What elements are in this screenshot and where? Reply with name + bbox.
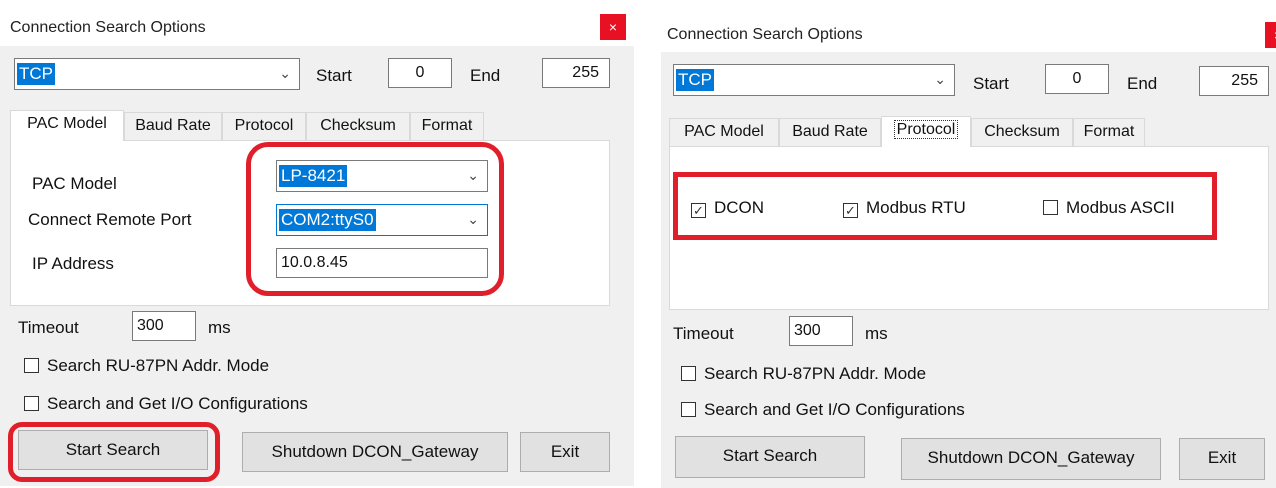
tab-label: Protocol (234, 117, 294, 134)
tab-label: Baud Rate (135, 117, 211, 134)
timeout-input[interactable]: 300 (132, 311, 196, 341)
tab-label: PAC Model (684, 123, 764, 140)
remote-port-value: COM2:ttyS0 (279, 209, 376, 231)
chevron-down-icon: ⌄ (934, 71, 946, 87)
pac-model-label: PAC Model (32, 174, 117, 193)
start-search-button[interactable]: Start Search (18, 430, 208, 470)
chevron-down-icon: ⌄ (467, 167, 479, 183)
timeout-unit: ms (865, 324, 888, 343)
chevron-down-icon: ⌄ (467, 211, 479, 227)
end-input[interactable]: 255 (1199, 66, 1269, 96)
tab-label: PAC Model (27, 115, 107, 132)
tab-protocol[interactable]: Protocol (881, 116, 971, 147)
modbus-ascii-label: Modbus ASCII (1066, 198, 1175, 217)
tab-label: Baud Rate (792, 123, 868, 140)
modbus-rtu-label: Modbus RTU (866, 198, 966, 217)
connection-type-select[interactable]: TCP ⌄ (14, 58, 300, 90)
ip-address-input[interactable]: 10.0.8.45 (276, 248, 488, 278)
tab-pac-model[interactable]: PAC Model (669, 118, 779, 146)
ru87pn-label: Search RU-87PN Addr. Mode (47, 356, 270, 375)
check-icon: ✓ (691, 203, 706, 218)
close-icon[interactable]: × (1265, 22, 1276, 48)
ru87pn-label: Search RU-87PN Addr. Mode (704, 364, 927, 383)
io-config-checkbox[interactable]: Search and Get I/O Configurations (24, 394, 308, 414)
connection-search-dialog-right: Connection Search Options × TCP ⌄ Start … (661, 16, 1276, 488)
tab-strip: PAC Model Baud Rate Protocol Checksum Fo… (10, 110, 610, 141)
ru87pn-checkbox[interactable]: Search RU-87PN Addr. Mode (681, 364, 926, 384)
tab-checksum[interactable]: Checksum (306, 112, 410, 140)
start-input[interactable]: 0 (1045, 64, 1109, 94)
checkbox-box (681, 402, 696, 417)
connection-type-value: TCP (17, 63, 55, 85)
end-input[interactable]: 255 (542, 58, 610, 88)
connection-type-value: TCP (676, 69, 714, 91)
start-input[interactable]: 0 (388, 58, 452, 88)
tab-label: Checksum (984, 123, 1060, 140)
tab-protocol[interactable]: Protocol (222, 112, 306, 140)
start-label: Start (316, 66, 352, 85)
pac-model-select[interactable]: LP-8421 ⌄ (276, 160, 488, 192)
tab-checksum[interactable]: Checksum (971, 118, 1073, 146)
io-config-label: Search and Get I/O Configurations (704, 400, 965, 419)
tab-pac-model[interactable]: PAC Model (10, 110, 124, 141)
io-config-checkbox[interactable]: Search and Get I/O Configurations (681, 400, 965, 420)
timeout-unit: ms (208, 318, 231, 337)
tab-label: Format (421, 117, 473, 134)
dcon-label: DCON (714, 198, 765, 217)
remote-port-label: Connect Remote Port (28, 210, 192, 229)
pac-model-value: LP-8421 (279, 165, 348, 187)
dcon-checkbox[interactable]: ✓ DCON (691, 198, 764, 218)
tab-label: Format (1083, 123, 1135, 140)
dialog-title: Connection Search Options (667, 26, 863, 43)
tab-label: Checksum (320, 117, 396, 134)
timeout-label: Timeout (673, 324, 734, 343)
shutdown-gateway-button[interactable]: Shutdown DCON_Gateway (901, 438, 1161, 480)
modbus-rtu-checkbox[interactable]: ✓ Modbus RTU (843, 198, 966, 218)
checkbox-box (24, 396, 39, 411)
tab-format[interactable]: Format (1073, 118, 1145, 146)
chevron-down-icon: ⌄ (279, 65, 291, 81)
check-icon: ✓ (843, 203, 858, 218)
start-label: Start (973, 74, 1009, 93)
connection-search-dialog-left: Connection Search Options × TCP ⌄ Start … (0, 10, 634, 486)
connection-type-select[interactable]: TCP ⌄ (673, 64, 955, 96)
title-bar: Connection Search Options × (661, 16, 1276, 52)
timeout-label: Timeout (18, 318, 79, 337)
tab-format[interactable]: Format (410, 112, 484, 140)
title-bar: Connection Search Options × (0, 10, 634, 46)
checkbox-box (24, 358, 39, 373)
protocol-panel (669, 146, 1269, 310)
exit-button[interactable]: Exit (1179, 438, 1265, 480)
tab-baud-rate[interactable]: Baud Rate (779, 118, 881, 146)
close-icon[interactable]: × (600, 14, 626, 40)
tab-label: Protocol (893, 120, 959, 139)
checkbox-box (1043, 200, 1058, 215)
dialog-title: Connection Search Options (10, 19, 206, 36)
timeout-input[interactable]: 300 (789, 316, 853, 346)
end-label: End (470, 66, 501, 85)
exit-button[interactable]: Exit (520, 432, 610, 472)
ip-address-label: IP Address (32, 254, 114, 273)
modbus-ascii-checkbox[interactable]: Modbus ASCII (1043, 198, 1175, 218)
io-config-label: Search and Get I/O Configurations (47, 394, 308, 413)
start-search-button[interactable]: Start Search (675, 436, 865, 478)
shutdown-gateway-button[interactable]: Shutdown DCON_Gateway (242, 432, 508, 472)
ru87pn-checkbox[interactable]: Search RU-87PN Addr. Mode (24, 356, 269, 376)
tab-baud-rate[interactable]: Baud Rate (124, 112, 222, 140)
end-label: End (1127, 74, 1158, 93)
tab-strip: PAC Model Baud Rate Protocol Checksum Fo… (669, 116, 1269, 147)
checkbox-box (681, 366, 696, 381)
remote-port-select[interactable]: COM2:ttyS0 ⌄ (276, 204, 488, 236)
